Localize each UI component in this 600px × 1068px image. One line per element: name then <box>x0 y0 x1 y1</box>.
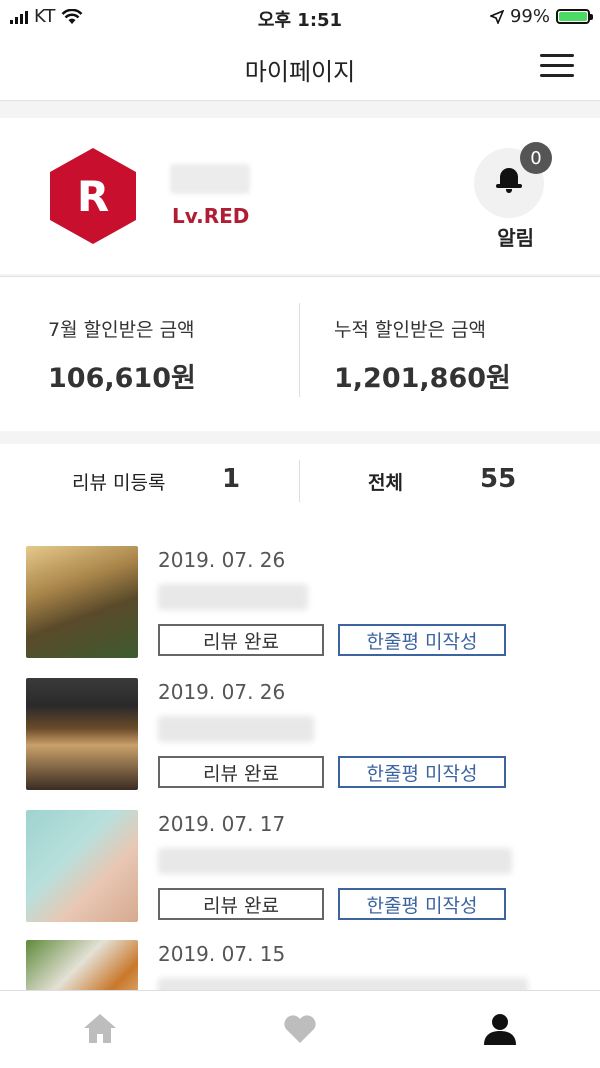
grade-badge-icon: R <box>50 148 136 244</box>
one-line-review-button[interactable]: 한줄평 미작성 <box>338 624 506 656</box>
home-icon[interactable] <box>80 1009 120 1049</box>
total-discount-amount: 1,201,860원 <box>334 363 511 394</box>
review-stats: 리뷰 미등록 1 전체 55 <box>0 444 600 521</box>
list-item[interactable]: 2019. 07. 26 리뷰 완료 한줄평 미작성 <box>0 678 600 808</box>
divider <box>299 303 300 397</box>
notification-count-badge: 0 <box>520 142 552 174</box>
location-arrow-icon <box>489 9 504 24</box>
hamburger-menu-icon[interactable] <box>540 54 574 78</box>
list-item[interactable]: 2019. 07. 17 리뷰 완료 한줄평 미작성 <box>0 810 600 940</box>
person-icon[interactable] <box>480 1009 520 1049</box>
store-thumbnail[interactable] <box>26 546 138 658</box>
divider <box>299 460 300 502</box>
battery-percent: 99% <box>509 6 550 27</box>
monthly-discount: 7월 할인받은 금액 106,610원 <box>48 315 196 395</box>
member-level: Lv.RED <box>172 204 250 228</box>
unregistered-review-label[interactable]: 리뷰 미등록 <box>72 468 165 495</box>
bottom-tab-bar <box>0 990 600 1068</box>
review-date: 2019. 07. 17 <box>158 812 286 836</box>
review-date: 2019. 07. 26 <box>158 548 286 572</box>
store-thumbnail[interactable] <box>26 678 138 790</box>
page-header: 마이페이지 <box>0 34 600 101</box>
discount-summary: 7월 할인받은 금액 106,610원 누적 할인받은 금액 1,201,860… <box>0 276 600 431</box>
review-date: 2019. 07. 15 <box>158 942 286 966</box>
list-item[interactable]: 2019. 07. 26 리뷰 완료 한줄평 미작성 <box>0 546 600 676</box>
list-item[interactable]: 2019. 07. 15 <box>0 940 600 990</box>
store-name-redacted <box>158 584 308 610</box>
product-name-redacted <box>158 848 512 874</box>
review-complete-button[interactable]: 리뷰 완료 <box>158 888 324 920</box>
notification-label[interactable]: 알림 <box>497 222 534 251</box>
total-review-count[interactable]: 55 <box>480 464 516 494</box>
review-list: 2019. 07. 26 리뷰 완료 한줄평 미작성 2019. 07. 26 … <box>0 520 600 990</box>
page-title: 마이페이지 <box>244 58 356 86</box>
review-complete-button[interactable]: 리뷰 완료 <box>158 624 324 656</box>
total-review-label[interactable]: 전체 <box>368 468 403 495</box>
profile-card: R Lv.RED 0 알림 <box>0 118 600 274</box>
one-line-review-button[interactable]: 한줄평 미작성 <box>338 756 506 788</box>
total-discount-label: 누적 할인받은 금액 <box>334 319 486 341</box>
monthly-discount-amount: 106,610원 <box>48 363 196 394</box>
total-discount: 누적 할인받은 금액 1,201,860원 <box>334 315 511 395</box>
status-bar: KT 오후 1:51 99% <box>0 0 600 34</box>
store-name-redacted <box>158 716 314 742</box>
one-line-review-button[interactable]: 한줄평 미작성 <box>338 888 506 920</box>
monthly-discount-label: 7월 할인받은 금액 <box>48 319 195 341</box>
product-name-redacted <box>158 978 528 990</box>
heart-icon[interactable] <box>280 1009 320 1049</box>
product-thumbnail[interactable] <box>26 810 138 922</box>
user-name-redacted <box>170 164 250 194</box>
status-right: 99% <box>489 6 593 27</box>
product-thumbnail[interactable] <box>26 940 138 990</box>
review-date: 2019. 07. 26 <box>158 680 286 704</box>
battery-icon <box>556 9 593 24</box>
unregistered-review-count[interactable]: 1 <box>222 464 240 494</box>
review-complete-button[interactable]: 리뷰 완료 <box>158 756 324 788</box>
